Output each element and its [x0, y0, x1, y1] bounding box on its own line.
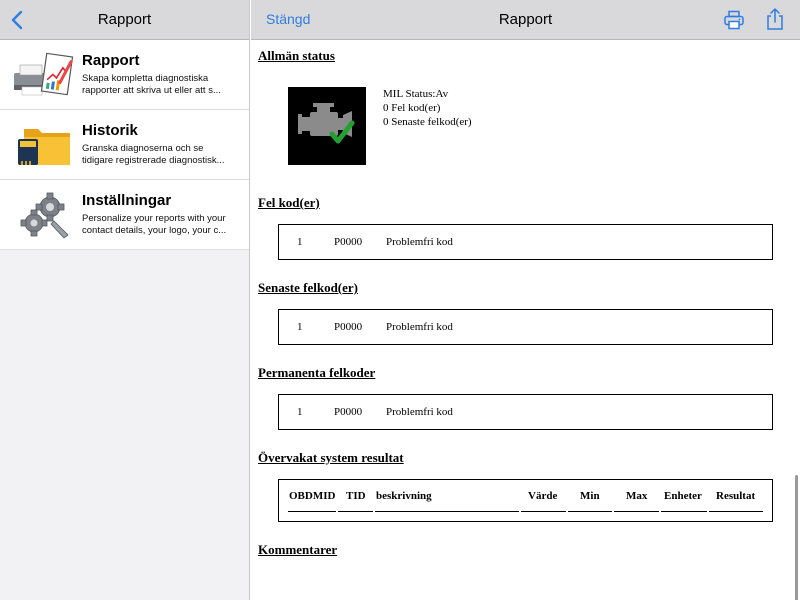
- column-underline: [375, 511, 519, 512]
- dtc-code: P0000: [334, 236, 363, 248]
- column-underline: [288, 511, 336, 512]
- permanent-codes-heading: Permanenta felkoder: [258, 365, 376, 380]
- column-underline: [614, 511, 659, 512]
- description-line: contact details, your logo, your c...: [82, 225, 227, 236]
- general-status-heading: Allmän status: [258, 48, 335, 63]
- detail-pane: Stängd Rapport Allmän status MIL Status:…: [251, 0, 800, 600]
- sidebar-item-description: Skapa kompletta diagnostiska rapporter a…: [82, 73, 242, 97]
- dtc-description: Problemfri kod: [386, 321, 453, 333]
- print-button[interactable]: [723, 9, 745, 31]
- dtc-number: 1: [297, 321, 303, 333]
- recent-codes-heading: Senaste felkod(er): [258, 280, 359, 295]
- folder-history-icon: [18, 129, 70, 165]
- sidebar-item-historik[interactable]: Historik Granska diagnoserna och se tidi…: [0, 110, 249, 180]
- sidebar-item-description: Personalize your reports with your conta…: [82, 213, 242, 237]
- description-line: rapporter att skriva ut eller att s...: [82, 85, 221, 96]
- column-header: beskrivning: [376, 490, 432, 502]
- sidebar-item-title: Rapport: [82, 52, 140, 69]
- sidebar-title: Rapport: [97, 11, 152, 28]
- monitored-system-heading: Övervakat system resultat: [258, 450, 404, 465]
- column-underline: [521, 511, 566, 512]
- description-line: tidigare registrerade diagnostisk...: [82, 155, 225, 166]
- dtc-description: Problemfri kod: [386, 236, 453, 248]
- sidebar-item-installningar[interactable]: Inställningar Personalize your reports w…: [0, 180, 249, 250]
- dtc-number: 1: [297, 406, 303, 418]
- sidebar-item-title: Historik: [82, 122, 138, 139]
- recent-codes-table: 1 P0000 Problemfri kod: [278, 309, 773, 345]
- column-underline: [338, 511, 373, 512]
- column-underline: [661, 511, 707, 512]
- share-icon: [767, 8, 783, 30]
- dtc-description: Problemfri kod: [386, 406, 453, 418]
- share-button[interactable]: [764, 7, 786, 31]
- dtc-code: P0000: [334, 321, 363, 333]
- engine-status-image: [288, 87, 366, 165]
- detail-nav-bar: Stängd Rapport: [251, 0, 800, 40]
- fault-codes-count: 0 Fel kod(er): [383, 102, 441, 114]
- comments-heading: Kommentarer: [258, 542, 338, 557]
- monitored-system-table: OBDMID TID beskrivning Värde Min Max Enh…: [278, 479, 773, 522]
- column-header: OBDMID: [289, 490, 336, 502]
- detail-title: Rapport: [498, 11, 553, 28]
- description-line: Granska diagnoserna och se: [82, 143, 204, 154]
- column-underline: [568, 511, 612, 512]
- report-content[interactable]: Allmän status MIL Status:Av 0 Fel kod(er…: [251, 40, 800, 600]
- sidebar-menu: Rapport Skapa kompletta diagnostiska rap…: [0, 40, 249, 250]
- column-header: Enheter: [664, 490, 702, 502]
- column-header: Max: [626, 490, 648, 502]
- fault-codes-table: 1 P0000 Problemfri kod: [278, 224, 773, 260]
- recent-codes-count: 0 Senaste felkod(er): [383, 116, 472, 128]
- dtc-code: P0000: [334, 406, 363, 418]
- dtc-number: 1: [297, 236, 303, 248]
- permanent-codes-table: 1 P0000 Problemfri kod: [278, 394, 773, 430]
- mil-status-text: MIL Status:Av: [383, 88, 449, 100]
- description-line: Personalize your reports with your: [82, 213, 226, 224]
- column-header: Värde: [528, 490, 558, 502]
- sidebar: Rapport Rapport Skapa kompletta diagnost…: [0, 0, 250, 600]
- column-header: TID: [346, 490, 366, 502]
- sidebar-nav-bar: Rapport: [0, 0, 249, 40]
- column-header: Resultat: [716, 490, 756, 502]
- close-button[interactable]: Stängd: [266, 11, 310, 27]
- sidebar-item-rapport[interactable]: Rapport Skapa kompletta diagnostiska rap…: [0, 40, 249, 110]
- printer-icon: [724, 10, 744, 30]
- fault-codes-heading: Fel kod(er): [258, 195, 320, 210]
- mil-status-block: MIL Status:Av 0 Fel kod(er) 0 Senaste fe…: [383, 87, 472, 129]
- column-header: Min: [580, 490, 600, 502]
- column-underline: [709, 511, 763, 512]
- description-line: Skapa kompletta diagnostiska: [82, 73, 209, 84]
- settings-gears-icon: [20, 192, 69, 239]
- check-engine-ok-icon: [298, 103, 355, 144]
- sidebar-item-title: Inställningar: [82, 192, 172, 209]
- scrollbar[interactable]: [795, 475, 798, 600]
- printer-report-icon: [14, 52, 74, 96]
- sidebar-item-description: Granska diagnoserna och se tidigare regi…: [82, 143, 242, 167]
